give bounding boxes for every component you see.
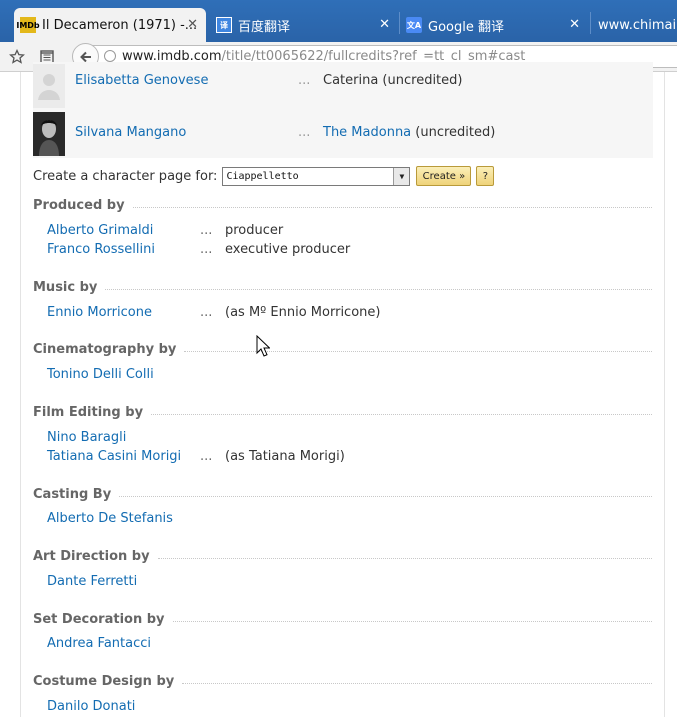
dropdown-arrow-icon[interactable]: ▼ [393, 167, 410, 185]
crew-dots: ... [200, 223, 213, 238]
tab-imdb[interactable]: IMDb Il Decameron (1971) -... ✕ [14, 8, 206, 42]
character-select-value: Ciappelletto [226, 170, 299, 182]
section-title-casting-by: Casting By [33, 487, 652, 502]
tab-separator [590, 12, 591, 34]
crew-row: Alberto Grimaldi ... producer [47, 223, 647, 242]
character-link[interactable]: The Madonna [323, 125, 411, 140]
close-tab-icon[interactable]: ✕ [569, 17, 580, 32]
close-tab-icon[interactable]: ✕ [379, 17, 390, 32]
tab-title: www.chimai.c [598, 17, 677, 33]
crew-name-link[interactable]: Ennio Morricone [47, 305, 152, 320]
cast-dots: ... [298, 73, 311, 88]
tab-title: Il Decameron (1971) -... [42, 17, 198, 33]
crew-dots: ... [200, 305, 213, 320]
crew-name-link[interactable]: Nino Baragli [47, 430, 126, 445]
imdb-favicon-icon: IMDb [16, 17, 40, 33]
help-button[interactable]: ? [476, 166, 495, 186]
cast-row: Elisabetta Genovese ... Caterina (uncred… [33, 62, 653, 110]
google-translate-favicon-icon: 文A [406, 17, 422, 33]
crew-credit: executive producer [225, 242, 351, 257]
crew-name-link[interactable]: Tonino Delli Colli [47, 367, 154, 382]
crew-row: Ennio Morricone ... (as Mº Ennio Morrico… [47, 305, 647, 324]
bookmark-star-icon[interactable] [6, 46, 28, 68]
tab-google-translate[interactable]: 文A Google 翻译 ✕ [400, 8, 588, 42]
crew-name-link[interactable]: Tatiana Casini Morigi [47, 449, 181, 464]
baidu-translate-favicon-icon: 译 [216, 17, 232, 33]
character-select[interactable]: Ciappelletto ▼ [222, 166, 411, 186]
crew-name-link[interactable]: Alberto De Stefanis [47, 511, 173, 526]
cast-name-link[interactable]: Silvana Mangano [75, 125, 186, 140]
cast-credit-note: (uncredited) [411, 125, 496, 140]
crew-row: Andrea Fantacci [47, 636, 647, 655]
crew-dots: ... [200, 449, 213, 464]
create-character-page-form: Create a character page for: Ciappellett… [33, 166, 495, 186]
tab-title: Google 翻译 [428, 19, 504, 35]
section-title-produced-by: Produced by [33, 198, 652, 213]
section-title-set-decoration-by: Set Decoration by [33, 612, 652, 627]
crew-name-link[interactable]: Danilo Donati [47, 699, 135, 714]
crew-name-link[interactable]: Alberto Grimaldi [47, 223, 153, 238]
no-photo-placeholder-icon [33, 64, 65, 108]
crew-row: Tonino Delli Colli [47, 367, 647, 386]
section-title-music-by: Music by [33, 280, 652, 295]
crew-row: Alberto De Stefanis [47, 511, 647, 530]
close-tab-icon[interactable]: ✕ [187, 17, 198, 32]
crew-credit: (as Tatiana Morigi) [225, 449, 345, 464]
actor-photo[interactable] [33, 112, 65, 156]
browser-tab-bar: IMDb Il Decameron (1971) -... ✕ 译 百度翻译 ✕… [0, 0, 677, 42]
create-button[interactable]: Create » [416, 166, 472, 186]
crew-row: Danilo Donati [47, 699, 647, 718]
crew-row: Nino Baragli [47, 430, 647, 449]
crew-row: Tatiana Casini Morigi ... (as Tatiana Mo… [47, 449, 647, 468]
section-title-cinematography-by: Cinematography by [33, 342, 652, 357]
crew-row: Dante Ferretti [47, 574, 647, 593]
crew-dots: ... [200, 242, 213, 257]
crew-row: Franco Rossellini ... executive producer [47, 242, 647, 261]
section-title-costume-design-by: Costume Design by [33, 674, 652, 689]
crew-name-link[interactable]: Andrea Fantacci [47, 636, 151, 651]
page-info-icon[interactable] [104, 50, 116, 62]
character-page-label: Create a character page for: [33, 168, 218, 184]
cast-row: Silvana Mangano ... The Madonna (uncredi… [33, 110, 653, 158]
section-title-film-editing-by: Film Editing by [33, 405, 652, 420]
cast-dots: ... [298, 125, 311, 140]
crew-credit: (as Mº Ennio Morricone) [225, 305, 381, 320]
mouse-pointer-icon [256, 334, 271, 357]
crew-credit: producer [225, 223, 284, 238]
cast-character: Caterina (uncredited) [323, 73, 463, 88]
crew-name-link[interactable]: Franco Rossellini [47, 242, 155, 257]
tab-baidu-translate[interactable]: 译 百度翻译 ✕ [210, 8, 398, 42]
full-credits-content: Elisabetta Genovese ... Caterina (uncred… [20, 62, 665, 718]
crew-name-link[interactable]: Dante Ferretti [47, 574, 137, 589]
tab-chimai[interactable]: www.chimai.c [592, 8, 677, 42]
tab-title: 百度翻译 [238, 19, 291, 35]
cast-name-link[interactable]: Elisabetta Genovese [75, 73, 208, 88]
section-title-art-direction-by: Art Direction by [33, 549, 652, 564]
